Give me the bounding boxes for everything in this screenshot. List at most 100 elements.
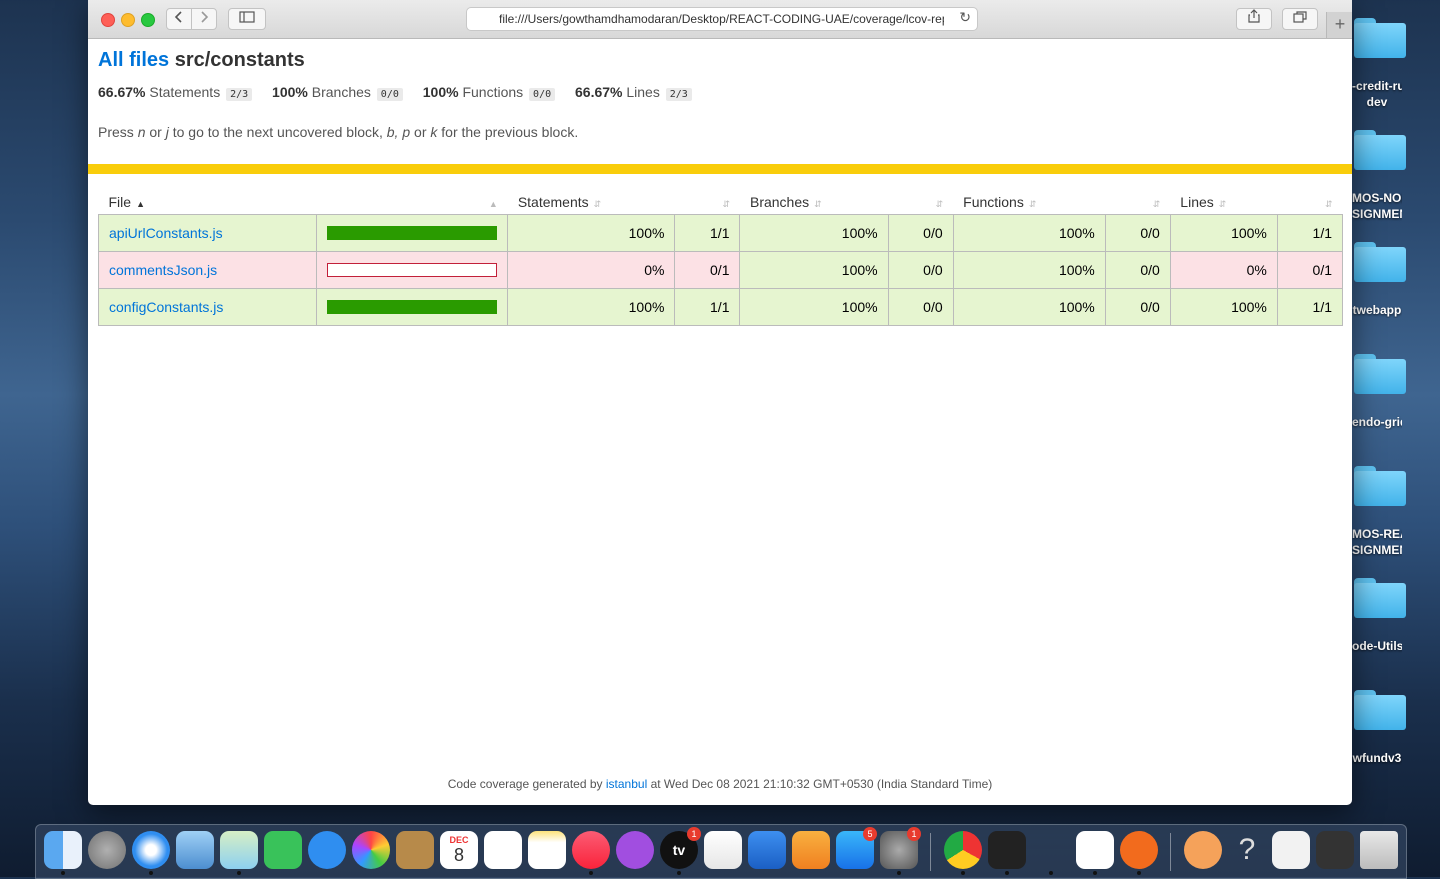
chrome-window-thumbnail-icon[interactable] — [1272, 831, 1310, 869]
sidebar-toggle-button[interactable] — [228, 8, 266, 30]
column-functions[interactable]: Functions ⇵ — [953, 189, 1105, 215]
file-link[interactable]: commentsJson.js — [109, 262, 217, 278]
vscode-window-thumbnail-icon[interactable] — [1316, 831, 1354, 869]
branches-pct: 100% — [739, 251, 889, 289]
finder-icon[interactable] — [44, 831, 82, 875]
column-statements-raw[interactable]: ⇵ — [675, 189, 740, 215]
sort-icon: ⇵ — [1028, 198, 1037, 209]
messages-icon[interactable] — [308, 831, 346, 869]
hint-text: or — [414, 124, 427, 140]
file-link[interactable]: apiUrlConstants.js — [109, 225, 223, 241]
folder-icon — [1354, 242, 1406, 282]
safari-icon[interactable] — [132, 831, 170, 875]
blocker-icon[interactable] — [1184, 831, 1222, 869]
terminal-icon[interactable] — [988, 831, 1026, 875]
folder-icon — [1354, 130, 1406, 170]
sidebar-icon — [239, 11, 255, 23]
sort-icon: ⇵ — [1152, 198, 1161, 209]
new-tab-button[interactable]: + — [1326, 12, 1352, 38]
fullscreen-window-button[interactable] — [141, 13, 155, 27]
summary-pct: 66.67% — [98, 84, 146, 100]
column-bar[interactable]: ▲︎ — [317, 189, 508, 215]
dock: DEC 8 tv 1 5 1 ? — [35, 824, 1407, 879]
sort-icon: ⇵ — [935, 198, 944, 209]
maps-icon[interactable] — [220, 831, 258, 875]
lines-raw: 1/1 — [1276, 288, 1344, 326]
reminders-icon[interactable] — [484, 831, 522, 869]
trash-icon[interactable] — [1360, 831, 1398, 869]
calendar-day: 8 — [453, 845, 464, 865]
functions-raw: 0/0 — [1104, 251, 1171, 289]
sort-asc-icon: ▲ — [136, 198, 145, 209]
column-lines[interactable]: Lines ⇵ — [1170, 189, 1277, 215]
bluetooth-icon[interactable] — [1032, 831, 1070, 875]
pages-icon[interactable] — [792, 831, 830, 869]
statements-pct: 100% — [507, 288, 676, 326]
sort-icon: ⇵ — [593, 198, 602, 209]
branches-pct: 100% — [739, 288, 889, 326]
appstore-icon[interactable]: 5 — [836, 827, 877, 869]
column-branches[interactable]: Branches ⇵ — [740, 189, 888, 215]
calendar-icon[interactable]: DEC 8 — [440, 831, 478, 869]
folder-icon — [1354, 354, 1406, 394]
postman-icon[interactable] — [1120, 831, 1158, 875]
back-button[interactable] — [166, 8, 192, 30]
system-preferences-icon[interactable]: 1 — [880, 827, 921, 875]
column-statements[interactable]: Statements ⇵ — [508, 189, 675, 215]
forward-button[interactable] — [191, 8, 217, 30]
summary-pct: 100% — [272, 84, 308, 100]
coverage-bar — [327, 263, 498, 277]
launchpad-icon[interactable] — [88, 831, 126, 869]
chrome-icon[interactable] — [944, 831, 982, 875]
column-functions-raw[interactable]: ⇵ — [1105, 189, 1170, 215]
chevron-right-icon — [201, 11, 209, 23]
statements-pct: 0% — [507, 251, 676, 289]
mail-icon[interactable] — [176, 831, 214, 869]
reload-icon[interactable]: ↻ — [959, 9, 971, 26]
address-bar[interactable]: file:///Users/gowthamdhamodaran/Desktop/… — [466, 7, 978, 31]
numbers-icon[interactable] — [704, 831, 742, 869]
coverage-bar — [327, 226, 498, 240]
notification-badge: 5 — [863, 827, 877, 841]
podcasts-icon[interactable] — [616, 831, 654, 869]
minimize-window-button[interactable] — [121, 13, 135, 27]
dock-separator — [930, 833, 931, 871]
summary-pct: 66.67% — [575, 84, 623, 100]
facetime-icon[interactable] — [264, 831, 302, 869]
all-files-link[interactable]: All files — [98, 49, 169, 71]
notes-icon[interactable] — [528, 831, 566, 869]
column-label: File — [108, 193, 132, 210]
keyboard-hint: Press n or j to go to the next uncovered… — [98, 124, 578, 140]
file-link[interactable]: configConstants.js — [109, 299, 223, 315]
coverage-bar-cell — [316, 251, 509, 289]
footer-timestamp: at Wed Dec 08 2021 21:10:32 GMT+0530 (In… — [650, 777, 993, 791]
help-icon[interactable]: ? — [1228, 831, 1266, 869]
coverage-table: File ▲ ▲︎ Statements ⇵ ⇵ Branches ⇵ ⇵ Funct… — [97, 189, 1344, 326]
branches-pct: 100% — [739, 214, 889, 252]
hint-text: Press — [98, 124, 134, 140]
contacts-icon[interactable] — [396, 831, 434, 869]
tab-overview-button[interactable] — [1282, 8, 1318, 30]
folder-label: endo-grid — [1352, 415, 1402, 429]
istanbul-link[interactable]: istanbul — [606, 777, 647, 791]
share-button[interactable] — [1236, 8, 1272, 30]
appletv-icon[interactable]: tv 1 — [660, 827, 701, 875]
close-window-button[interactable] — [101, 13, 115, 27]
folder-icon — [1354, 578, 1406, 618]
column-lines-raw[interactable]: ⇵ — [1277, 189, 1342, 215]
column-branches-raw[interactable]: ⇵ — [888, 189, 953, 215]
column-label: Lines — [1180, 193, 1214, 210]
coverage-bar-fill — [328, 301, 497, 313]
music-icon[interactable] — [572, 831, 610, 875]
hint-key: n — [137, 124, 146, 140]
vscode-icon[interactable] — [1076, 831, 1114, 875]
url-text: file:///Users/gowthamdhamodaran/Desktop/… — [499, 12, 944, 26]
hint-text: or — [149, 124, 162, 140]
summary-fraction: 2/3 — [226, 88, 253, 101]
summary-fraction: 0/0 — [376, 88, 403, 101]
summary-functions: 100% Functions 0/0 — [423, 84, 556, 101]
keynote-icon[interactable] — [748, 831, 786, 869]
column-file[interactable]: File ▲ — [99, 189, 317, 215]
table-row: configConstants.js 100% 1/1 100% 0/0 100… — [97, 288, 1344, 326]
photos-icon[interactable] — [352, 831, 390, 869]
